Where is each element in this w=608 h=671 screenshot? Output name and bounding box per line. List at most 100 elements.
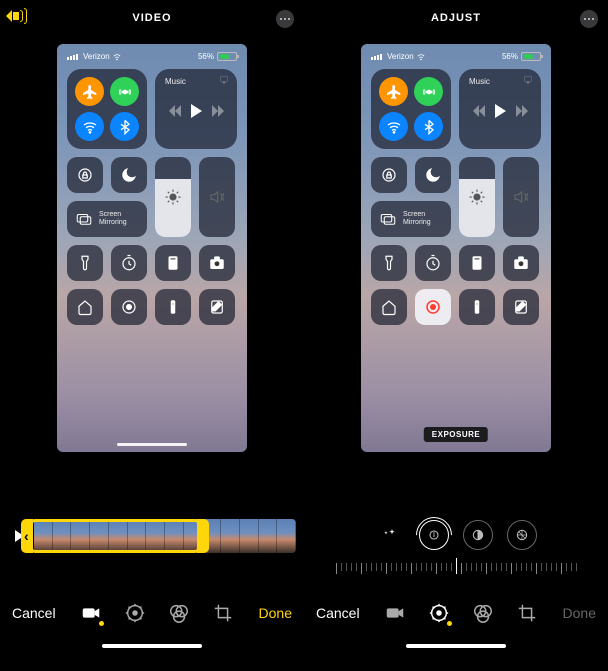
home-icon[interactable] bbox=[67, 289, 103, 325]
rewind-icon[interactable] bbox=[471, 105, 485, 117]
timer-icon[interactable] bbox=[415, 245, 451, 281]
audio-icon[interactable] bbox=[6, 8, 27, 24]
flashlight-icon[interactable] bbox=[67, 245, 103, 281]
filters-tab-icon[interactable] bbox=[472, 602, 494, 624]
ruler-center-mark bbox=[456, 558, 457, 574]
preview-area: Verizon 56% bbox=[304, 36, 608, 516]
calculator-icon[interactable] bbox=[155, 245, 191, 281]
wifi-icon bbox=[417, 53, 425, 61]
crop-tab-icon[interactable] bbox=[212, 602, 234, 624]
control-center: Music bbox=[57, 65, 247, 337]
status-bar: Verizon 56% bbox=[57, 44, 247, 65]
cellular-icon[interactable] bbox=[110, 77, 139, 106]
forward-icon[interactable] bbox=[212, 105, 226, 117]
status-bar: Verizon 56% bbox=[361, 44, 551, 65]
brightness-slider[interactable] bbox=[155, 157, 191, 237]
cancel-button[interactable]: Cancel bbox=[12, 605, 56, 621]
control-center: Music bbox=[361, 65, 551, 337]
airplay-icon[interactable] bbox=[219, 75, 229, 85]
media-title: Music bbox=[165, 77, 227, 86]
timer-icon[interactable] bbox=[111, 245, 147, 281]
adjust-strip bbox=[304, 516, 608, 586]
flashlight-icon[interactable] bbox=[371, 245, 407, 281]
signal-icon bbox=[67, 54, 78, 60]
airplane-icon[interactable] bbox=[379, 77, 408, 106]
bottom-toolbar: Cancel Done bbox=[304, 586, 608, 640]
home-indicator bbox=[117, 443, 187, 446]
orientation-lock-icon[interactable] bbox=[67, 157, 103, 193]
video-preview[interactable]: Verizon 56% bbox=[361, 44, 551, 452]
quick-note-icon[interactable] bbox=[199, 289, 235, 325]
cancel-button[interactable]: Cancel bbox=[316, 605, 360, 621]
volume-slider[interactable] bbox=[199, 157, 235, 237]
screen-record-icon[interactable] bbox=[415, 289, 451, 325]
signal-icon bbox=[371, 54, 382, 60]
bottom-toolbar: Cancel Done bbox=[0, 586, 304, 640]
editor-pane-video: VIDEO Verizon 56% bbox=[0, 0, 304, 671]
bluetooth-icon[interactable] bbox=[414, 112, 443, 141]
media-title: Music bbox=[469, 77, 531, 86]
auto-enhance-icon[interactable] bbox=[375, 520, 405, 550]
play-icon[interactable] bbox=[191, 104, 202, 118]
screen-mirroring-button[interactable]: Screen Mirroring bbox=[371, 201, 451, 237]
timeline-play-button[interactable] bbox=[8, 522, 30, 550]
bluetooth-icon[interactable] bbox=[110, 112, 139, 141]
wifi-toggle-icon[interactable] bbox=[75, 112, 104, 141]
top-bar: VIDEO bbox=[0, 0, 304, 36]
quick-note-icon[interactable] bbox=[503, 289, 539, 325]
more-icon[interactable] bbox=[580, 10, 598, 28]
battery-indicator: 56% bbox=[502, 52, 541, 61]
exposure-dial[interactable] bbox=[419, 520, 449, 550]
airplane-icon[interactable] bbox=[75, 77, 104, 106]
adjust-tab-icon[interactable] bbox=[428, 602, 450, 624]
filters-tab-icon[interactable] bbox=[168, 602, 190, 624]
cellular-icon[interactable] bbox=[414, 77, 443, 106]
orientation-lock-icon[interactable] bbox=[371, 157, 407, 193]
do-not-disturb-icon[interactable] bbox=[111, 157, 147, 193]
connectivity-panel[interactable] bbox=[371, 69, 451, 149]
home-icon[interactable] bbox=[371, 289, 407, 325]
adjust-tab-icon[interactable] bbox=[124, 602, 146, 624]
mode-title: ADJUST bbox=[431, 12, 481, 24]
wifi-toggle-icon[interactable] bbox=[379, 112, 408, 141]
calculator-icon[interactable] bbox=[459, 245, 495, 281]
done-button[interactable]: Done bbox=[259, 605, 292, 621]
play-icon[interactable] bbox=[495, 104, 506, 118]
camera-icon[interactable] bbox=[503, 245, 539, 281]
airplay-icon[interactable] bbox=[523, 75, 533, 85]
adjust-ruler[interactable] bbox=[314, 556, 598, 580]
forward-icon[interactable] bbox=[516, 105, 530, 117]
timeline-filmstrip[interactable] bbox=[34, 519, 296, 553]
wifi-icon bbox=[113, 53, 121, 61]
connectivity-panel[interactable] bbox=[67, 69, 147, 149]
highlights-dial[interactable] bbox=[507, 520, 537, 550]
media-panel[interactable]: Music bbox=[459, 69, 541, 149]
mode-title: VIDEO bbox=[132, 12, 171, 24]
video-tab-icon[interactable] bbox=[384, 602, 406, 624]
home-bar bbox=[0, 640, 304, 656]
home-bar bbox=[304, 640, 608, 656]
rewind-icon[interactable] bbox=[167, 105, 181, 117]
battery-indicator: 56% bbox=[198, 52, 237, 61]
screen-record-icon[interactable] bbox=[111, 289, 147, 325]
brilliance-dial[interactable] bbox=[463, 520, 493, 550]
brightness-slider[interactable] bbox=[459, 157, 495, 237]
preview-area: Verizon 56% bbox=[0, 36, 304, 516]
do-not-disturb-icon[interactable] bbox=[415, 157, 451, 193]
done-button[interactable]: Done bbox=[563, 605, 596, 621]
remote-icon[interactable] bbox=[459, 289, 495, 325]
video-preview[interactable]: Verizon 56% bbox=[57, 44, 247, 452]
adjust-label-pill: EXPOSURE bbox=[424, 427, 488, 442]
media-panel[interactable]: Music bbox=[155, 69, 237, 149]
top-bar: ADJUST bbox=[304, 0, 608, 36]
crop-tab-icon[interactable] bbox=[516, 602, 538, 624]
video-tab-icon[interactable] bbox=[80, 602, 102, 624]
camera-icon[interactable] bbox=[199, 245, 235, 281]
remote-icon[interactable] bbox=[155, 289, 191, 325]
carrier-label: Verizon bbox=[387, 52, 414, 61]
volume-slider[interactable] bbox=[503, 157, 539, 237]
timeline-strip: ‹ › bbox=[0, 516, 304, 586]
editor-pane-adjust: ADJUST Verizon 56% bbox=[304, 0, 608, 671]
more-icon[interactable] bbox=[276, 10, 294, 28]
screen-mirroring-button[interactable]: Screen Mirroring bbox=[67, 201, 147, 237]
